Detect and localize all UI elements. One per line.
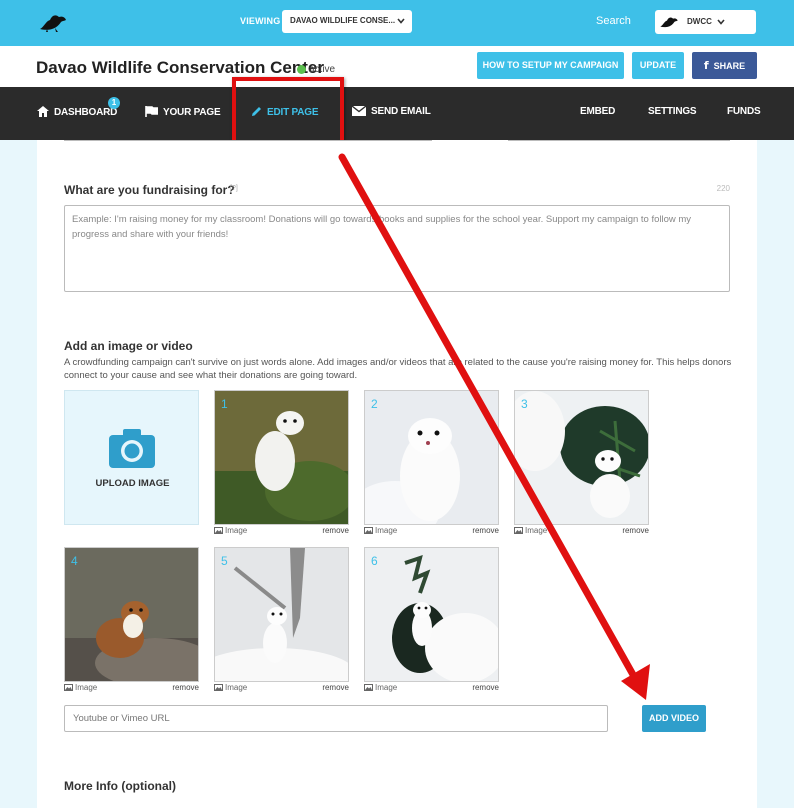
upload-image-button[interactable]: UPLOAD IMAGE (64, 390, 199, 525)
video-url-placeholder: Youtube or Vimeo URL (73, 713, 170, 724)
camera-icon (109, 429, 155, 468)
nav-your-page-label: YOUR PAGE (163, 107, 221, 118)
ermine-photo (65, 548, 198, 681)
media-thumbnail-3[interactable]: 3 (514, 390, 649, 525)
search-link[interactable]: Search (596, 15, 631, 27)
media-meta-3: Image remove (514, 526, 649, 538)
image-type-label: Image (214, 683, 247, 692)
account-select[interactable]: DWCC (655, 10, 756, 34)
nav-embed[interactable]: EMBED (580, 106, 615, 117)
upload-image-label: UPLOAD IMAGE (95, 478, 170, 489)
media-meta-6: Image remove (364, 683, 499, 695)
facebook-icon: f (703, 59, 709, 72)
help-icon[interactable]: [?] (230, 185, 238, 192)
nav-funds[interactable]: FUNDS (727, 106, 761, 117)
previous-field-border (508, 140, 730, 141)
media-description: A crowdfunding campaign can't survive on… (64, 357, 732, 381)
fundraising-textarea[interactable]: Example: I'm raising money for my classr… (64, 205, 730, 292)
account-name: DWCC (687, 17, 712, 26)
fundraising-title: What are you fundraising for? (64, 183, 235, 197)
char-count: 220 (716, 184, 730, 193)
media-thumbnail-2[interactable]: 2 (364, 390, 499, 525)
chevron-down-icon (717, 19, 725, 25)
ferret-logo-icon[interactable] (38, 12, 68, 32)
campaign-select[interactable]: DAVAO WILDLIFE CONSE... (282, 10, 412, 33)
media-meta-1: Image remove (214, 526, 349, 538)
ermine-photo (365, 548, 498, 681)
image-type-label: Image (514, 526, 547, 535)
media-number: 3 (521, 397, 528, 411)
image-type-label: Image (214, 526, 247, 535)
image-icon (514, 527, 523, 534)
media-meta-2: Image remove (364, 526, 499, 538)
ermine-photo (515, 391, 648, 524)
media-title: Add an image or video (64, 339, 193, 353)
notification-badge: 1 (108, 97, 120, 109)
video-url-input[interactable]: Youtube or Vimeo URL (64, 705, 608, 732)
page-title: Davao Wildlife Conservation Center (36, 58, 324, 77)
top-bar: VIEWING DAVAO WILDLIFE CONSE... Search D… (0, 0, 794, 46)
ermine-photo (215, 548, 348, 681)
image-type-label: Image (64, 683, 97, 692)
media-number: 6 (371, 554, 378, 568)
share-button[interactable]: f SHARE (692, 52, 757, 79)
envelope-icon (351, 105, 367, 116)
nav-send-email-label: SEND EMAIL (371, 106, 431, 117)
media-thumbnail-1[interactable]: 1 (214, 390, 349, 525)
ermine-photo (215, 391, 348, 524)
image-type-label: Image (364, 683, 397, 692)
nav-settings[interactable]: SETTINGS (648, 106, 697, 117)
remove-link[interactable]: remove (322, 683, 349, 692)
nav-dashboard[interactable]: DASHBOARD (37, 106, 117, 118)
image-icon (64, 684, 73, 691)
media-number: 2 (371, 397, 378, 411)
media-meta-4: Image remove (64, 683, 199, 695)
media-meta-5: Image remove (214, 683, 349, 695)
status-dot (297, 65, 306, 74)
remove-link[interactable]: remove (172, 683, 199, 692)
more-info-title: More Info (optional) (64, 779, 176, 793)
main-nav: DASHBOARD 1 YOUR PAGE EDIT PAGE SEND EMA… (0, 87, 794, 140)
how-to-setup-button[interactable]: HOW TO SETUP MY CAMPAIGN (477, 52, 624, 79)
title-row: Davao Wildlife Conservation Center activ… (0, 46, 794, 87)
nav-dashboard-label: DASHBOARD (54, 107, 118, 118)
flag-icon (145, 106, 159, 117)
image-icon (364, 684, 373, 691)
media-number: 1 (221, 397, 228, 411)
edit-page-content: What are you fundraising for? [?] 220 Ex… (37, 140, 757, 808)
media-number: 5 (221, 554, 228, 568)
remove-link[interactable]: remove (472, 526, 499, 535)
image-type-label: Image (364, 526, 397, 535)
media-number: 4 (71, 554, 78, 568)
image-icon (214, 527, 223, 534)
nav-your-page[interactable]: YOUR PAGE (145, 106, 221, 118)
media-thumbnail-4[interactable]: 4 (64, 547, 199, 682)
ferret-logo-icon (660, 17, 678, 28)
update-button[interactable]: UPDATE (632, 52, 684, 79)
media-thumbnail-5[interactable]: 5 (214, 547, 349, 682)
ermine-photo (365, 391, 498, 524)
status-badge: active (309, 64, 336, 75)
image-icon (214, 684, 223, 691)
add-video-button[interactable]: ADD VIDEO (642, 705, 706, 732)
remove-link[interactable]: remove (472, 683, 499, 692)
chevron-down-icon (397, 18, 405, 24)
media-thumbnail-6[interactable]: 6 (364, 547, 499, 682)
previous-field-border (64, 140, 432, 141)
home-icon (37, 106, 49, 117)
fundraising-placeholder: Example: I'm raising money for my classr… (72, 214, 692, 240)
remove-link[interactable]: remove (322, 526, 349, 535)
viewing-label: VIEWING (240, 16, 281, 26)
share-label: SHARE (713, 61, 746, 71)
image-icon (364, 527, 373, 534)
remove-link[interactable]: remove (622, 526, 649, 535)
nav-send-email[interactable]: SEND EMAIL (351, 105, 431, 117)
campaign-select-value: DAVAO WILDLIFE CONSE... (290, 16, 396, 25)
